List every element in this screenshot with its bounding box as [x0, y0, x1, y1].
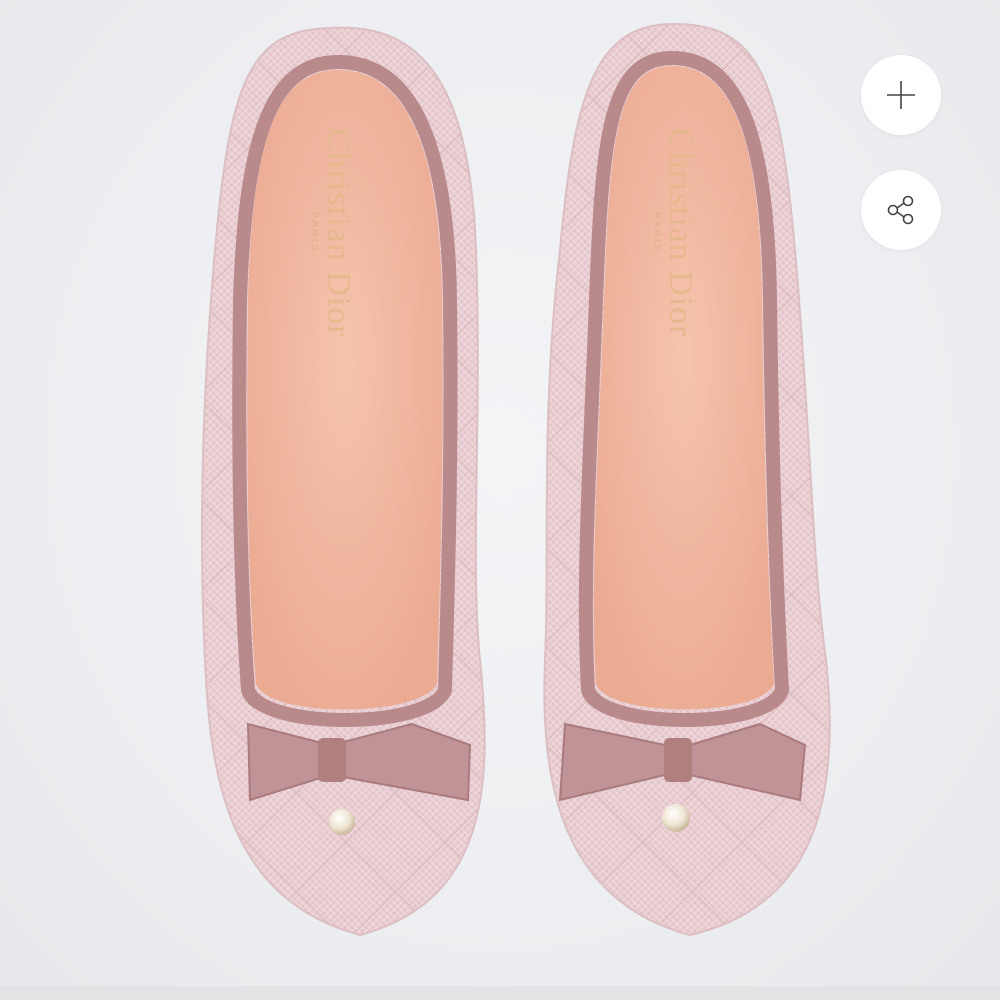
- brand-logo-left-line2: PARIS: [310, 212, 320, 253]
- bottom-edge: [0, 986, 1000, 1000]
- brand-logo-right-line1: Christian Dior: [662, 128, 699, 337]
- left-shoe: Christian Dior PARIS: [201, 26, 486, 937]
- ballet-flats-image: Christian Dior PARIS Christian Dior PARI…: [201, 22, 831, 937]
- product-image: Christian Dior PARIS Christian Dior PARI…: [0, 0, 1000, 1000]
- plus-icon: [887, 81, 915, 109]
- pearl-left: [329, 809, 355, 835]
- right-shoe: Christian Dior PARIS: [543, 22, 831, 937]
- brand-logo-left-line1: Christian Dior: [320, 128, 357, 337]
- brand-logo-right-line2: PARIS: [652, 212, 662, 253]
- add-button[interactable]: [861, 55, 941, 135]
- pearl-right: [662, 804, 690, 832]
- share-icon: [887, 195, 914, 225]
- share-button[interactable]: [861, 170, 941, 250]
